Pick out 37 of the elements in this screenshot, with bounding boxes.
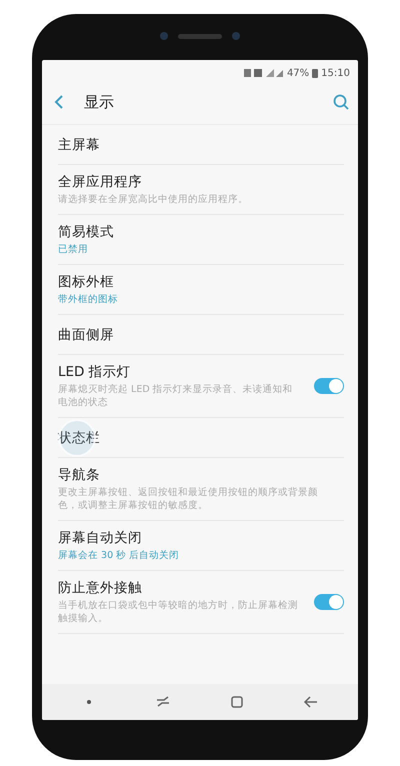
toggle-switch[interactable] bbox=[314, 594, 344, 610]
settings-item[interactable]: 导航条 更改主屏幕按钮、返回按钮和最近使用按钮的顺序或背景颜色，或调整主屏幕按钮的敏感度。 bbox=[58, 458, 344, 521]
item-title: 曲面侧屏 bbox=[58, 326, 115, 344]
speaker-icon bbox=[178, 34, 222, 38]
item-title: LED 指示灯 bbox=[58, 363, 132, 381]
sensor-icon bbox=[160, 32, 168, 40]
item-title: 简易模式 bbox=[58, 223, 115, 241]
settings-item[interactable]: 屏幕自动关闭 屏幕会在 30 秒 后自动关闭 bbox=[58, 521, 344, 571]
clock: 15:10 bbox=[321, 68, 350, 78]
item-description: 请选择要在全屏宽高比中使用的应用程序。 bbox=[58, 193, 249, 206]
settings-item[interactable]: 曲面侧屏 bbox=[58, 315, 344, 355]
item-value: 带外框的图标 bbox=[58, 293, 119, 306]
item-title: 状态栏 bbox=[58, 428, 101, 446]
item-title: 屏幕自动关闭 bbox=[58, 529, 143, 547]
settings-item[interactable]: 全屏应用程序 请选择要在全屏宽高比中使用的应用程序。 bbox=[58, 165, 344, 215]
item-description: 屏幕熄灭时亮起 LED 指示灯来显示录音、未读通知和电池的状态 bbox=[58, 383, 294, 409]
toggle-switch[interactable] bbox=[314, 378, 344, 394]
settings-item[interactable]: 防止意外接触 当手机放在口袋或包中等较暗的地方时，防止屏幕检测触摸输入。 bbox=[58, 571, 344, 634]
item-value: 已禁用 bbox=[58, 243, 89, 256]
item-title: 防止意外接触 bbox=[58, 579, 143, 597]
battery-icon bbox=[312, 68, 318, 78]
settings-item[interactable]: 图标外框 带外框的图标 bbox=[58, 265, 344, 315]
item-description: 当手机放在口袋或包中等较暗的地方时，防止屏幕检测触摸输入。 bbox=[58, 599, 299, 625]
settings-item[interactable]: 简易模式 已禁用 bbox=[58, 215, 344, 265]
camera-icon bbox=[232, 32, 240, 40]
battery-percent: 47% bbox=[286, 68, 310, 78]
item-value: 屏幕会在 30 秒 后自动关闭 bbox=[58, 549, 180, 562]
item-title: 图标外框 bbox=[58, 273, 115, 291]
settings-item[interactable]: LED 指示灯 屏幕熄灭时亮起 LED 指示灯来显示录音、未读通知和电池的状态 bbox=[58, 355, 344, 418]
item-title: 全屏应用程序 bbox=[58, 173, 143, 191]
item-title: 导航条 bbox=[58, 466, 101, 484]
item-description: 更改主屏幕按钮、返回按钮和最近使用按钮的顺序或背景颜色，或调整主屏幕按钮的敏感度。 bbox=[58, 486, 319, 512]
item-title: 主屏幕 bbox=[58, 136, 101, 154]
settings-item[interactable]: 状态栏 bbox=[58, 418, 344, 458]
settings-item[interactable]: 主屏幕 bbox=[58, 125, 344, 165]
page-title: 显示 bbox=[84, 92, 115, 112]
search-icon[interactable] bbox=[332, 93, 350, 111]
